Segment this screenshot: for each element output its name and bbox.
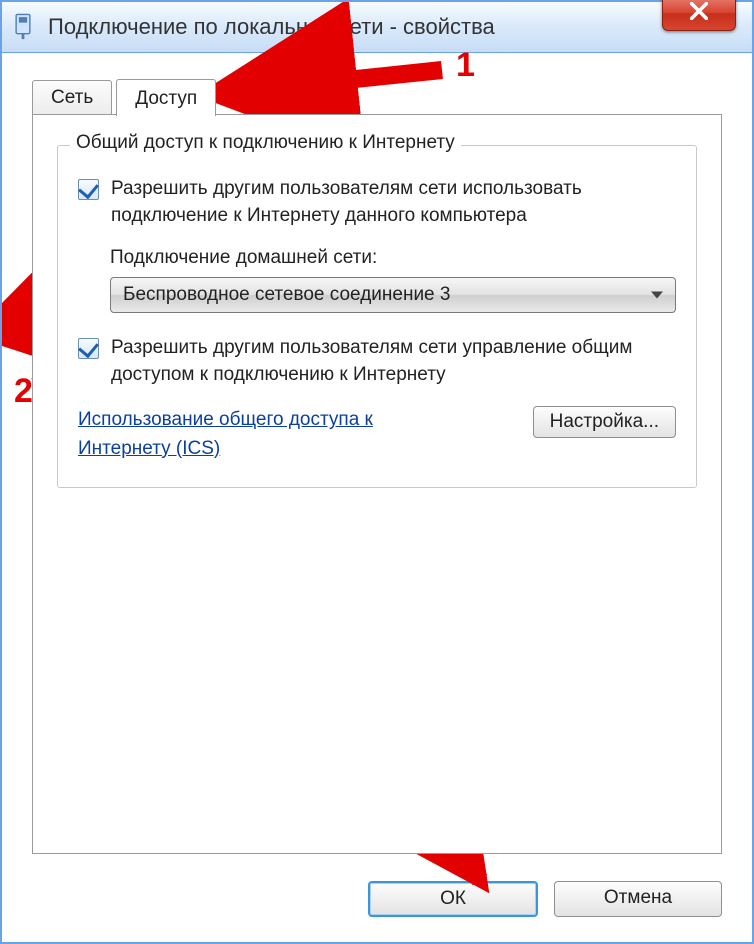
settings-button[interactable]: Настройка... (533, 406, 676, 438)
tab-network[interactable]: Сеть (32, 80, 112, 115)
dropdown-selected: Беспроводное сетевое соединение 3 (123, 284, 450, 306)
chevron-down-icon (651, 292, 663, 299)
ics-help-link[interactable]: Использование общего доступа к Интернету… (78, 406, 408, 463)
home-network-dropdown[interactable]: Беспроводное сетевое соединение 3 (110, 277, 676, 313)
group-legend: Общий доступ к подключению к Интернету (70, 132, 461, 154)
tab-panel-access: Общий доступ к подключению к Интернету Р… (32, 114, 722, 854)
allow-share-row: Разрешить другим пользователям сети испо… (78, 176, 676, 229)
dialog-footer: ОК Отмена (368, 881, 722, 917)
allow-manage-label: Разрешить другим пользователям сети упра… (111, 335, 676, 388)
window-title: Подключение по локальной сети - свойства (48, 14, 495, 40)
properties-dialog: Подключение по локальной сети - свойства… (0, 0, 754, 944)
client-area: Сеть Доступ Общий доступ к подключению к… (2, 53, 752, 943)
close-button[interactable] (662, 0, 736, 31)
titlebar: Подключение по локальной сети - свойства (2, 2, 752, 53)
ok-button[interactable]: ОК (368, 881, 538, 917)
annotation-1: 1 (456, 46, 475, 85)
allow-manage-checkbox[interactable] (78, 338, 99, 359)
allow-share-checkbox[interactable] (78, 179, 99, 200)
ics-groupbox: Общий доступ к подключению к Интернету Р… (57, 145, 697, 488)
tab-access[interactable]: Доступ (116, 79, 216, 116)
ics-link-row: Использование общего доступа к Интернету… (78, 406, 676, 463)
close-icon (690, 2, 708, 26)
tab-strip: Сеть Доступ (32, 75, 722, 115)
home-network-label: Подключение домашней сети: (110, 247, 676, 269)
annotation-2: 2 (14, 372, 33, 411)
allow-share-label: Разрешить другим пользователям сети испо… (111, 176, 676, 229)
cancel-button[interactable]: Отмена (554, 881, 722, 917)
network-adapter-icon (12, 14, 34, 40)
allow-manage-row: Разрешить другим пользователям сети упра… (78, 335, 676, 388)
